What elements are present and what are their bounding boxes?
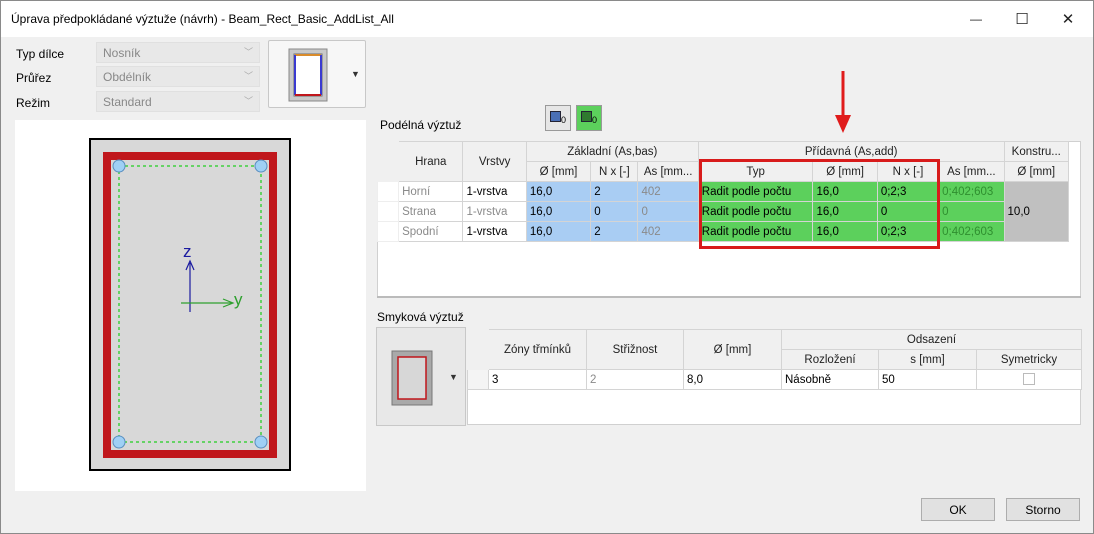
grid-icon <box>550 111 561 122</box>
stirrup-shape-dropdown[interactable]: ▼ <box>376 327 466 426</box>
cell-z-diameter[interactable]: 16,0 <box>525 221 592 242</box>
stirrup-icon <box>391 350 433 406</box>
cell-rozlozeni[interactable]: Násobně <box>781 369 879 390</box>
y-axis-label: y <box>234 290 243 309</box>
cell-z-diameter[interactable]: 16,0 <box>525 181 592 202</box>
table-row: 3 2 8,0 Násobně 50 <box>467 369 1083 390</box>
dialog-window: Úprava předpokládané výztuže (návrh) - B… <box>0 0 1094 534</box>
close-icon: ✕ <box>1061 11 1075 28</box>
prurez-label: Průřez <box>16 71 52 85</box>
highlight-box <box>699 159 940 249</box>
chevron-down-icon: ﹀ <box>243 96 253 106</box>
col-odsazeni: Odsazení <box>780 329 1083 350</box>
title-bar: Úprava předpokládané výztuže (návrh) - B… <box>1 1 1093 37</box>
col-s[interactable]: s [mm] <box>878 349 977 370</box>
cell-hrana: Spodní <box>398 221 464 242</box>
cell-hrana: Strana <box>398 201 464 222</box>
cell-z-area: 0 <box>637 201 699 222</box>
minimize-icon: — <box>970 12 982 26</box>
storno-button[interactable]: Storno <box>1006 498 1080 521</box>
minimize-button[interactable]: — <box>953 1 999 37</box>
chevron-down-icon: ﹀ <box>243 71 253 81</box>
col-zakladni: Základní (As,bas) <box>525 141 699 162</box>
prurez-combo[interactable]: Obdélník ﹀ <box>96 66 260 87</box>
col-k-diameter[interactable]: Ø [mm] <box>1003 161 1070 182</box>
cell-z-count[interactable]: 2 <box>590 181 639 202</box>
longitudinal-title: Podélná výztuž <box>380 118 462 132</box>
chevron-down-icon: ﹀ <box>243 47 253 57</box>
shear-table: Zóny třmínků Střižnost Ø [mm] Odsazení R… <box>467 329 1083 390</box>
z-axis-label: z <box>183 242 192 261</box>
cell-k-diameter[interactable]: 10,0 <box>1003 181 1070 242</box>
col-z-diameter[interactable]: Ø [mm] <box>525 161 592 182</box>
add-bars-blue-button[interactable]: 0 <box>545 105 571 131</box>
cell-diameter[interactable]: 8,0 <box>683 369 782 390</box>
grid-icon <box>581 111 592 122</box>
section-preview-dropdown[interactable]: ▼ <box>268 40 366 108</box>
col-z-count[interactable]: N x [-] <box>590 161 639 182</box>
typ-dilce-label: Typ dílce <box>16 47 65 61</box>
grid-icon-sub: 0 <box>561 115 567 125</box>
cell-zony[interactable]: 3 <box>488 369 587 390</box>
col-konstru: Konstru... <box>1003 141 1070 162</box>
symmetric-checkbox[interactable] <box>1023 373 1036 386</box>
cell-z-area: 402 <box>637 221 699 242</box>
close-button[interactable]: ✕ <box>1045 1 1091 37</box>
col-vrstvy[interactable]: Vrstvy <box>462 141 527 182</box>
ok-button[interactable]: OK <box>921 498 995 521</box>
cell-p-area: 0;402;603 <box>938 221 1005 242</box>
cell-vrstvy[interactable]: 1-vrstva <box>462 221 527 242</box>
cell-vrstvy[interactable]: 1-vrstva <box>462 181 527 202</box>
cell-strih[interactable]: 2 <box>586 369 684 390</box>
col-diameter[interactable]: Ø [mm] <box>683 329 782 370</box>
grid-icon-sub: 0 <box>592 115 598 125</box>
add-bars-green-button[interactable]: 0 <box>576 105 602 131</box>
rezim-label: Režim <box>16 96 51 110</box>
caret-down-icon: ▼ <box>449 372 458 382</box>
cell-hrana: Horní <box>398 181 464 202</box>
shear-title: Smyková výztuž <box>377 310 464 324</box>
cell-z-diameter[interactable]: 16,0 <box>525 201 592 222</box>
window-title: Úprava předpokládané výztuže (návrh) - B… <box>11 12 394 26</box>
splitter[interactable] <box>377 296 1081 298</box>
col-hrana[interactable]: Hrana <box>398 141 464 182</box>
rezim-combo[interactable]: Standard ﹀ <box>96 91 260 112</box>
cell-vrstvy[interactable]: 1-vrstva <box>462 201 527 222</box>
col-p-area[interactable]: As [mm... <box>938 161 1005 182</box>
cell-z-area: 402 <box>637 181 699 202</box>
typ-dilce-value: Nosník <box>103 46 141 60</box>
cell-sym <box>975 369 1083 390</box>
section-thumbnail-icon <box>288 48 328 102</box>
col-zony[interactable]: Zóny třmínků <box>488 329 587 370</box>
cell-p-area: 0 <box>938 201 1005 222</box>
red-arrow-icon <box>835 71 851 133</box>
col-z-area[interactable]: As [mm... <box>637 161 699 182</box>
caret-down-icon: ▼ <box>351 69 360 79</box>
maximize-icon: ☐ <box>1015 11 1029 28</box>
typ-dilce-combo[interactable]: Nosník ﹀ <box>96 42 260 63</box>
rezim-value: Standard <box>103 95 152 109</box>
cell-z-count[interactable]: 0 <box>590 201 639 222</box>
prurez-value: Obdélník <box>103 70 152 84</box>
col-rozlozeni[interactable]: Rozložení <box>781 349 879 370</box>
cell-z-count[interactable]: 2 <box>590 221 639 242</box>
section-drawing: z y <box>15 120 366 491</box>
cell-p-area: 0;402;603 <box>938 181 1005 202</box>
cell-s[interactable]: 50 <box>878 369 977 390</box>
col-sym[interactable]: Symetricky <box>975 349 1083 370</box>
col-strih[interactable]: Střižnost <box>586 329 684 370</box>
maximize-button[interactable]: ☐ <box>999 1 1045 37</box>
